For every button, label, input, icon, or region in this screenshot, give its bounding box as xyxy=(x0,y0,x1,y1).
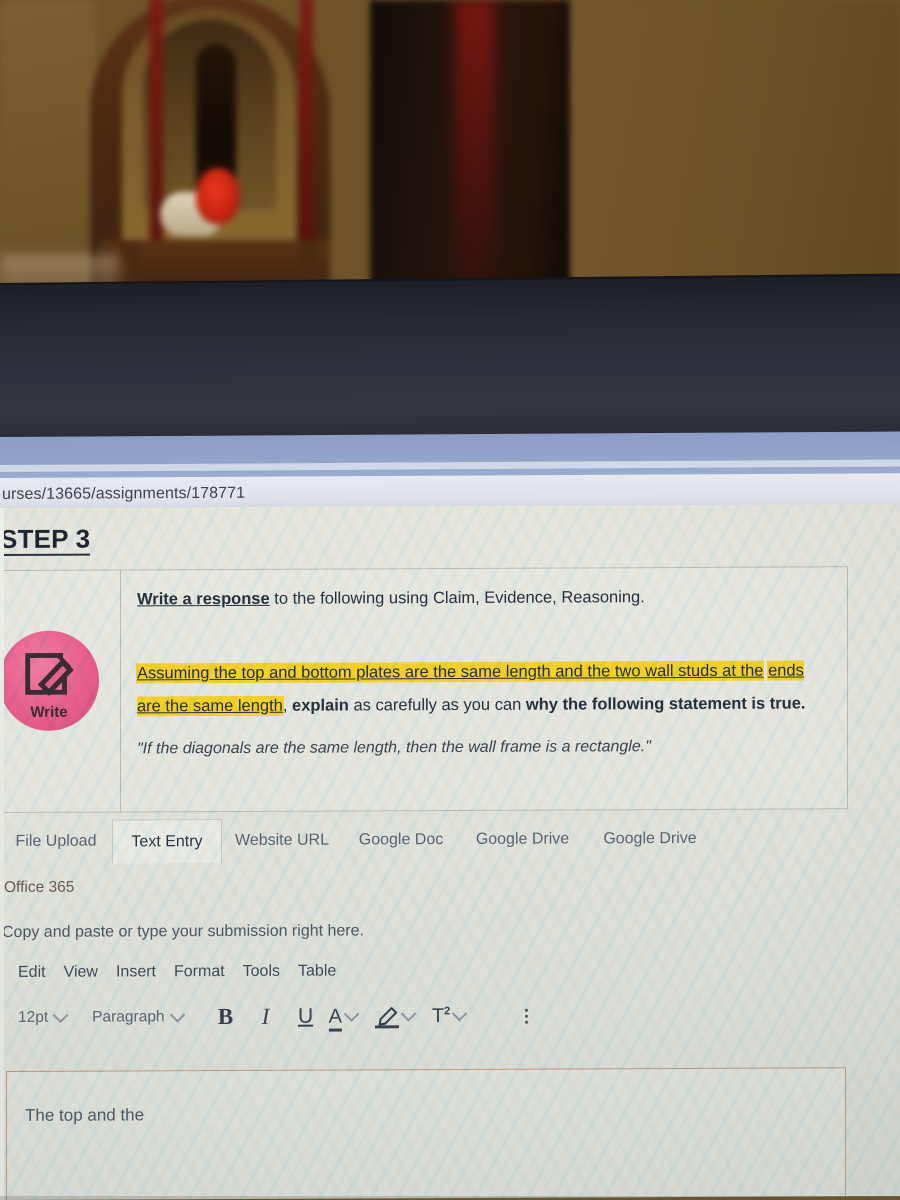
editor-format-toolbar: 12pt Paragraph B I U A T2 xyxy=(0,978,852,1034)
wall-left xyxy=(0,0,95,292)
text-color-control[interactable]: A xyxy=(328,1005,371,1028)
kebab-dot xyxy=(524,1008,528,1012)
url-text: urses/13665/assignments/178771 xyxy=(2,484,246,503)
body-explain-bold: explain xyxy=(292,696,349,715)
pencil-square-icon xyxy=(18,646,80,708)
superscript-exponent: 2 xyxy=(444,1004,451,1017)
chevron-down-icon xyxy=(52,1007,69,1023)
assignment-prompt-table: Write Write a response to the following … xyxy=(0,566,848,814)
chevron-down-icon[interactable] xyxy=(343,1005,360,1022)
menu-table[interactable]: Table xyxy=(298,962,348,980)
menu-insert[interactable]: Insert xyxy=(116,963,168,981)
menu-edit[interactable]: Edit xyxy=(18,964,58,982)
red-curtain-streak xyxy=(455,0,495,292)
editor-hint-text: Copy and paste or type your submission r… xyxy=(2,922,364,941)
chevron-down-icon[interactable] xyxy=(400,1005,417,1022)
assignment-prompt-line: Write a response to the following using … xyxy=(137,585,829,611)
page-left-edge xyxy=(0,508,4,1200)
menu-view[interactable]: View xyxy=(64,964,110,982)
underline-button[interactable]: U xyxy=(289,1001,323,1033)
highlighted-text-1: Assuming the top and bottom plates are t… xyxy=(137,662,764,683)
tab-text-entry[interactable]: Text Entry xyxy=(112,819,222,864)
superscript-control[interactable]: T2 xyxy=(432,1004,479,1027)
tab-google-doc[interactable]: Google Doc xyxy=(342,818,460,863)
highlighter-pen-icon xyxy=(374,1005,399,1029)
submission-type-tabs-row-2: Office 365 xyxy=(0,868,852,904)
prompt-rest: to the following using Claim, Evidence, … xyxy=(269,588,645,608)
block-format-select[interactable]: Paragraph xyxy=(92,1006,185,1026)
menu-tools[interactable]: Tools xyxy=(243,963,292,981)
write-badge: Write xyxy=(0,630,99,732)
bold-button[interactable]: B xyxy=(209,1001,243,1033)
kebab-dot xyxy=(524,1020,528,1024)
editor-content-area[interactable]: The top and the xyxy=(6,1067,846,1200)
kebab-more-icon[interactable] xyxy=(513,1001,539,1031)
canvas-assignment-page: STEP 3 Write Write a response to the fol… xyxy=(0,504,900,1200)
write-badge-label: Write xyxy=(30,703,68,721)
tab-google-drive-2[interactable]: Google Drive xyxy=(585,817,715,862)
laptop-screen-bezel xyxy=(0,276,900,443)
kebab-dot xyxy=(524,1014,528,1018)
tab-website-url[interactable]: Website URL xyxy=(222,819,342,864)
assignment-body-text: Assuming the top and bottom plates are t… xyxy=(137,655,829,722)
text-color-icon: A xyxy=(328,1005,342,1028)
block-format-value: Paragraph xyxy=(92,1008,165,1026)
assignment-table-left-cell: Write xyxy=(0,570,121,813)
chevron-down-icon xyxy=(169,1006,185,1023)
tab-google-drive-1[interactable]: Google Drive xyxy=(460,817,585,862)
editor-menubar: Edit View Insert Format Tools Table xyxy=(0,938,852,982)
italic-button[interactable]: I xyxy=(249,1001,283,1033)
editor-typed-text: The top and the xyxy=(25,1105,145,1125)
chair-rail-right xyxy=(300,0,313,266)
body-middle: as carefully as you can xyxy=(348,695,526,715)
assignment-table-right-cell: Write a response to the following using … xyxy=(121,567,847,811)
submission-type-tabs: File Upload Text Entry Website URL Googl… xyxy=(0,816,852,864)
wall-right xyxy=(570,0,900,292)
chevron-down-icon[interactable] xyxy=(451,1005,468,1021)
assignment-quote: "If the diagonals are the same length, t… xyxy=(137,737,651,758)
tab-office-365[interactable]: Office 365 xyxy=(0,879,84,897)
prompt-emphasis: Write a response xyxy=(137,589,270,609)
superscript-base: T xyxy=(431,1004,445,1027)
body-comma: , xyxy=(282,696,293,715)
red-object xyxy=(196,168,240,224)
superscript-icon: T2 xyxy=(432,1005,450,1028)
room-photo-background xyxy=(0,0,900,292)
body-true: true. xyxy=(769,694,806,713)
body-tail-bold: why the following statement is xyxy=(525,694,766,714)
page-title-step-3: STEP 3 xyxy=(0,524,91,557)
font-size-value: 12pt xyxy=(18,1008,49,1026)
font-size-select[interactable]: 12pt xyxy=(18,1007,69,1027)
menu-format[interactable]: Format xyxy=(174,963,237,981)
tab-file-upload[interactable]: File Upload xyxy=(0,820,112,864)
chair-rail-left xyxy=(150,0,163,266)
highlight-color-control[interactable] xyxy=(374,1005,428,1029)
